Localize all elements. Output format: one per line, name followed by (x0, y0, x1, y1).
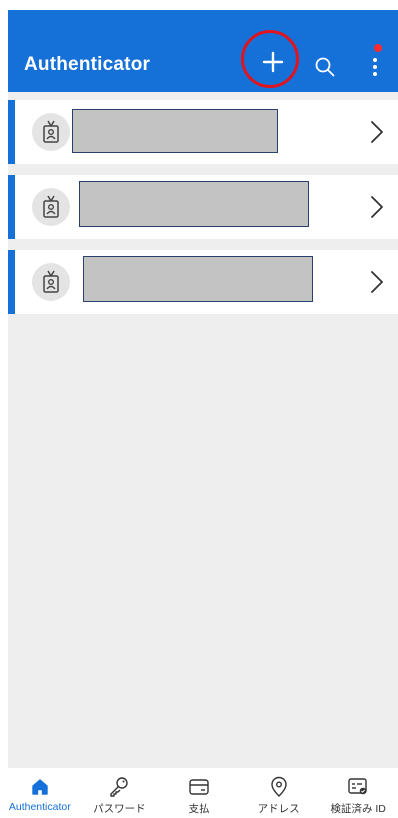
nav-item-authenticator[interactable]: Authenticator (0, 768, 80, 818)
key-icon (106, 776, 132, 798)
account-list (8, 100, 398, 325)
search-icon (315, 57, 335, 77)
add-account-button[interactable] (241, 30, 305, 94)
nav-label: 検証済み ID (330, 803, 386, 815)
redacted-account-name (72, 109, 278, 153)
more-options-button[interactable] (360, 50, 390, 84)
highlight-circle (241, 30, 299, 88)
nav-label: パスワード (93, 803, 146, 815)
home-icon (27, 776, 53, 798)
verified-id-icon (345, 776, 371, 798)
chevron-right-icon (371, 271, 383, 293)
bottom-navigation: Authenticator パスワード 支払 アドレス 検証済み ID (0, 768, 398, 818)
chevron-right-icon (371, 196, 383, 218)
app-title: Authenticator (24, 54, 151, 75)
notification-dot (374, 44, 382, 52)
nav-item-addresses[interactable]: アドレス (239, 768, 319, 818)
account-row[interactable] (8, 100, 398, 164)
nav-label: アドレス (257, 803, 300, 815)
nav-label: 支払 (188, 803, 210, 815)
nav-label: Authenticator (8, 801, 71, 813)
account-row[interactable] (8, 250, 398, 314)
chevron-right-icon (371, 121, 383, 143)
account-row[interactable] (8, 175, 398, 239)
redacted-account-name (79, 181, 309, 227)
more-vertical-icon (373, 58, 377, 76)
id-badge-icon (32, 113, 70, 151)
id-badge-icon (32, 263, 70, 301)
credit-card-icon (186, 776, 212, 798)
nav-item-passwords[interactable]: パスワード (80, 768, 160, 818)
location-pin-icon (266, 776, 292, 798)
nav-item-verified-ids[interactable]: 検証済み ID (318, 768, 398, 818)
search-button[interactable] (308, 50, 342, 84)
redacted-account-name (83, 256, 313, 302)
id-badge-icon (32, 188, 70, 226)
account-list-area (8, 92, 398, 768)
nav-item-payments[interactable]: 支払 (159, 768, 239, 818)
